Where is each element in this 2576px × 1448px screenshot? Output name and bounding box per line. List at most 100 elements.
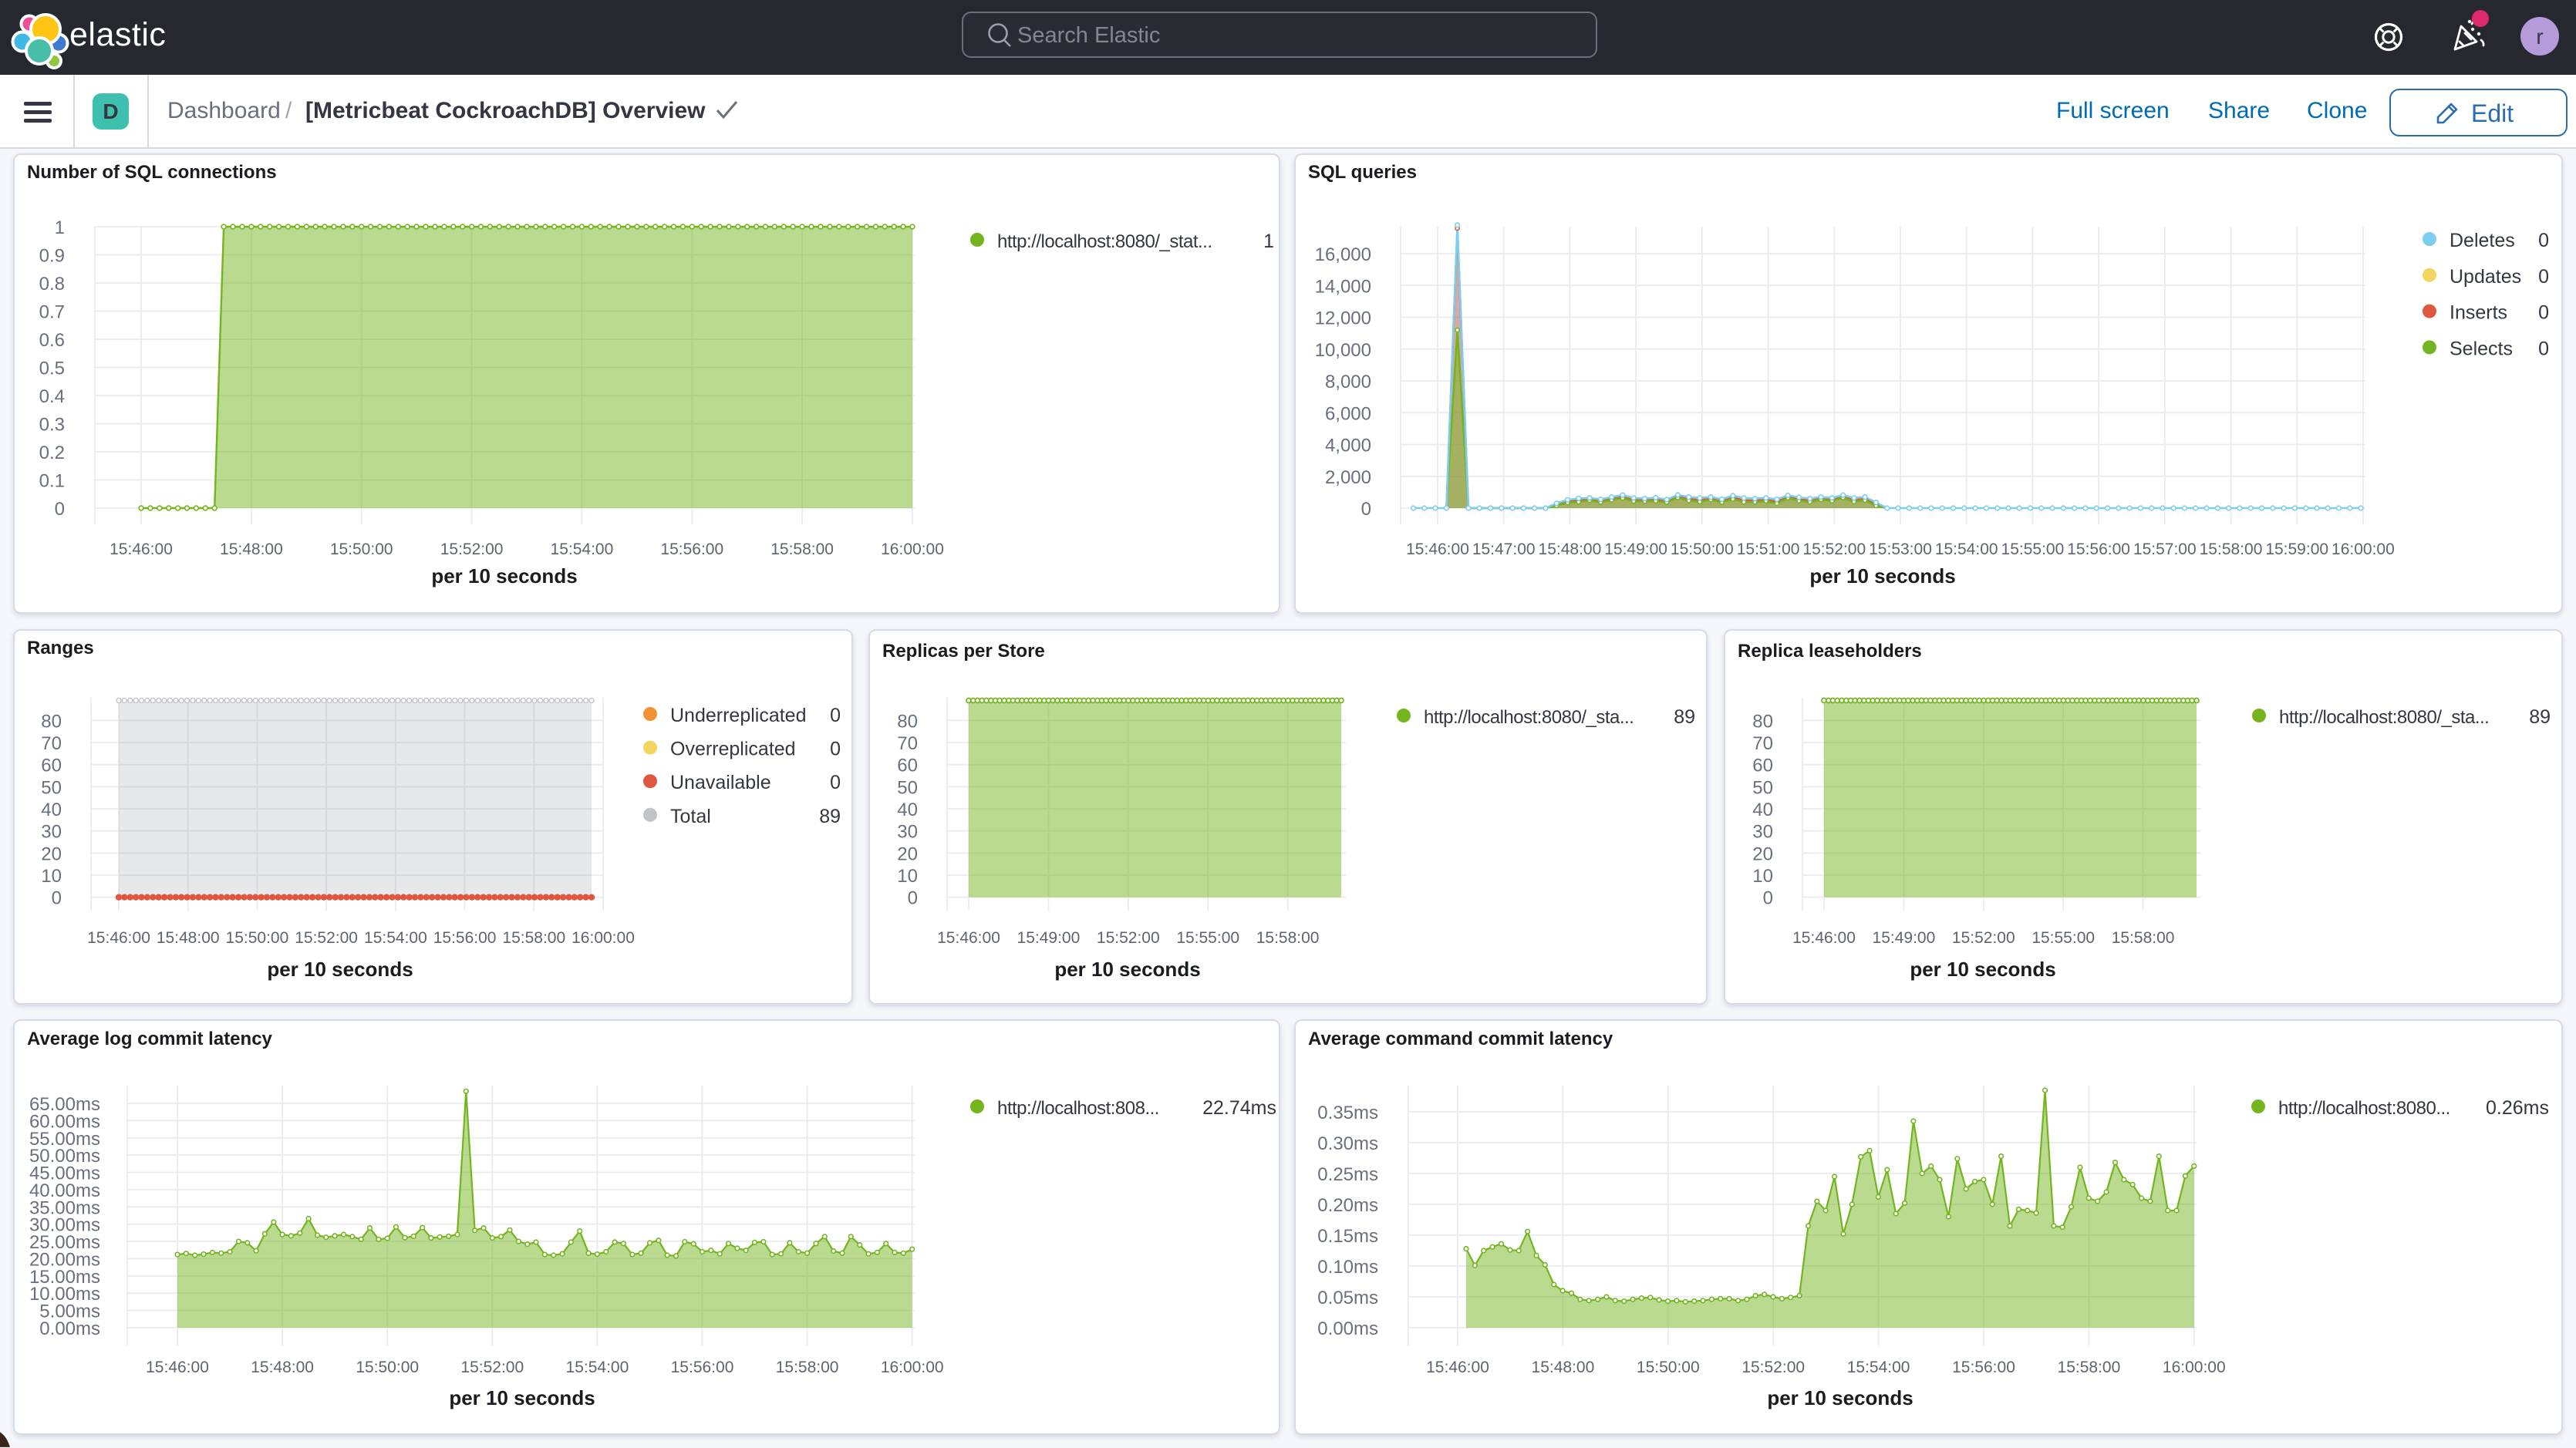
svg-text:per 10 seconds: per 10 seconds <box>1910 958 2055 981</box>
svg-text:0.26ms: 0.26ms <box>2486 1097 2549 1119</box>
svg-text:1: 1 <box>1263 231 1274 252</box>
svg-text:0: 0 <box>1361 499 1371 520</box>
svg-text:15:58:00: 15:58:00 <box>770 540 834 558</box>
svg-text:0.10ms: 0.10ms <box>1317 1257 1378 1278</box>
svg-text:15:55:00: 15:55:00 <box>2001 540 2065 558</box>
svg-text:15:50:00: 15:50:00 <box>1671 540 1734 558</box>
svg-text:15:48:00: 15:48:00 <box>1539 540 1602 558</box>
svg-text:15:56:00: 15:56:00 <box>2067 540 2130 558</box>
svg-text:40: 40 <box>897 800 918 820</box>
svg-text:89: 89 <box>1674 706 1695 728</box>
svg-text:15:46:00: 15:46:00 <box>87 929 150 947</box>
svg-text:50: 50 <box>1752 777 1773 798</box>
svg-text:15:58:00: 15:58:00 <box>2112 929 2175 947</box>
svg-text:15:54:00: 15:54:00 <box>364 929 427 947</box>
svg-text:15:52:00: 15:52:00 <box>1802 540 1866 558</box>
svg-text:per 10 seconds: per 10 seconds <box>1054 958 1200 981</box>
svg-text:Average log commit latency: Average log commit latency <box>27 1029 273 1049</box>
svg-text:22.74ms: 22.74ms <box>1202 1097 1276 1119</box>
svg-text:0.9: 0.9 <box>39 246 65 267</box>
svg-text:0: 0 <box>908 888 918 909</box>
svg-text:0.4: 0.4 <box>39 386 65 407</box>
svg-text:0: 0 <box>830 705 841 726</box>
svg-text:15:58:00: 15:58:00 <box>2058 1359 2121 1376</box>
svg-text:15:55:00: 15:55:00 <box>1176 929 1239 947</box>
svg-text:0: 0 <box>2538 266 2549 288</box>
svg-text:2,000: 2,000 <box>1325 467 1371 488</box>
svg-text:10: 10 <box>897 866 918 887</box>
svg-text:16:00:00: 16:00:00 <box>572 929 635 947</box>
svg-text:per 10 seconds: per 10 seconds <box>449 1386 595 1409</box>
svg-text:15:49:00: 15:49:00 <box>1604 540 1667 558</box>
svg-text:15:47:00: 15:47:00 <box>1472 540 1536 558</box>
svg-text:15:59:00: 15:59:00 <box>2265 540 2328 558</box>
svg-text:10,000: 10,000 <box>1315 340 1371 361</box>
svg-text:80: 80 <box>897 711 918 732</box>
svg-text:30: 30 <box>1752 822 1773 843</box>
svg-text:15:52:00: 15:52:00 <box>295 929 358 947</box>
svg-text:6,000: 6,000 <box>1325 403 1371 424</box>
svg-text:http://localhost:8080...: http://localhost:8080... <box>2278 1098 2450 1119</box>
svg-text:0.35ms: 0.35ms <box>1317 1103 1378 1123</box>
svg-text:0.1: 0.1 <box>39 471 65 492</box>
svg-text:Updates: Updates <box>2450 266 2521 288</box>
svg-text:80: 80 <box>41 711 62 732</box>
svg-text:0: 0 <box>2538 302 2549 324</box>
svg-text:r: r <box>2536 25 2543 49</box>
svg-text:16,000: 16,000 <box>1315 244 1371 265</box>
svg-text:10: 10 <box>41 866 62 887</box>
svg-text:Number of SQL connections: Number of SQL connections <box>27 162 277 183</box>
svg-text:Deletes: Deletes <box>2450 230 2515 251</box>
svg-text:15:46:00: 15:46:00 <box>110 540 173 558</box>
svg-text:15:49:00: 15:49:00 <box>1017 929 1081 947</box>
svg-text:0: 0 <box>2538 230 2549 251</box>
svg-text:0: 0 <box>2538 338 2549 359</box>
svg-text:15:54:00: 15:54:00 <box>566 1359 629 1376</box>
svg-text:30: 30 <box>897 822 918 843</box>
svg-text:Overreplicated: Overreplicated <box>670 739 796 760</box>
svg-text:15:52:00: 15:52:00 <box>440 540 504 558</box>
svg-text:15:48:00: 15:48:00 <box>220 540 283 558</box>
svg-text:0.00ms: 0.00ms <box>39 1318 100 1339</box>
svg-text:Inserts: Inserts <box>2450 302 2507 324</box>
svg-text:16:00:00: 16:00:00 <box>2163 1359 2226 1376</box>
svg-text:16:00:00: 16:00:00 <box>2332 540 2395 558</box>
svg-text:15:55:00: 15:55:00 <box>2031 929 2095 947</box>
svg-text:15:54:00: 15:54:00 <box>1847 1359 1910 1376</box>
svg-text:0.30ms: 0.30ms <box>1317 1133 1378 1154</box>
svg-text:15:50:00: 15:50:00 <box>226 929 289 947</box>
svg-text:Replica leaseholders: Replica leaseholders <box>1738 641 1922 662</box>
svg-text:30: 30 <box>41 822 62 843</box>
svg-text:15:46:00: 15:46:00 <box>1426 1359 1489 1376</box>
svg-text:SQL queries: SQL queries <box>1308 162 1417 183</box>
svg-text:0.05ms: 0.05ms <box>1317 1288 1378 1308</box>
svg-text:Unavailable: Unavailable <box>670 772 771 793</box>
svg-text:Replicas per Store: Replicas per Store <box>882 641 1045 662</box>
svg-text:15:46:00: 15:46:00 <box>1792 929 1856 947</box>
svg-text:15:58:00: 15:58:00 <box>502 929 565 947</box>
svg-text:15:48:00: 15:48:00 <box>251 1359 314 1376</box>
svg-text:15:50:00: 15:50:00 <box>330 540 393 558</box>
svg-text:40: 40 <box>41 800 62 820</box>
svg-text:0: 0 <box>55 499 65 520</box>
svg-text:15:50:00: 15:50:00 <box>1637 1359 1700 1376</box>
svg-text:89: 89 <box>2529 706 2551 728</box>
svg-text:per 10 seconds: per 10 seconds <box>267 958 413 981</box>
svg-text:Average command commit latency: Average command commit latency <box>1308 1029 1613 1049</box>
svg-text:Total: Total <box>670 806 711 827</box>
svg-text:15:58:00: 15:58:00 <box>2200 540 2263 558</box>
svg-text:per 10 seconds: per 10 seconds <box>431 564 577 588</box>
svg-text:15:46:00: 15:46:00 <box>1406 540 1469 558</box>
svg-text:40: 40 <box>1752 800 1773 820</box>
svg-text:15:56:00: 15:56:00 <box>660 540 723 558</box>
svg-text:70: 70 <box>897 733 918 754</box>
svg-text:20: 20 <box>1752 844 1773 864</box>
svg-text:15:52:00: 15:52:00 <box>1952 929 2015 947</box>
svg-text:0.00ms: 0.00ms <box>1317 1318 1378 1339</box>
svg-text:15:48:00: 15:48:00 <box>157 929 220 947</box>
svg-text:50: 50 <box>897 777 918 798</box>
svg-text:0.2: 0.2 <box>39 443 65 463</box>
svg-text:15:54:00: 15:54:00 <box>551 540 614 558</box>
svg-text:15:48:00: 15:48:00 <box>1532 1359 1595 1376</box>
svg-text:0.20ms: 0.20ms <box>1317 1195 1378 1216</box>
